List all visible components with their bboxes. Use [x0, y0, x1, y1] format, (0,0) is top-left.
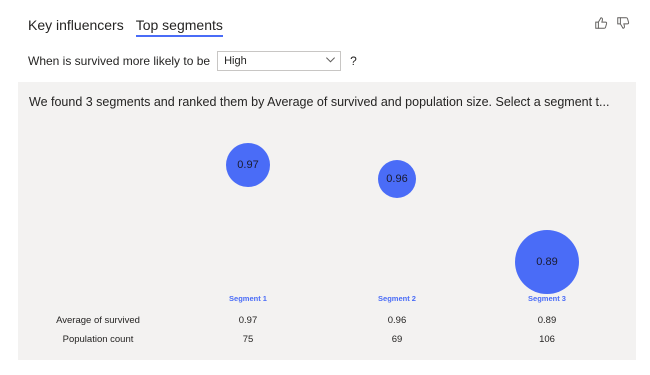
- segment-1-bubble-value: 0.97: [237, 159, 259, 171]
- tab-top-segments[interactable]: Top segments: [135, 17, 223, 37]
- segments-summary: We found 3 segments and ranked them by A…: [29, 95, 610, 109]
- segment-3-bubble[interactable]: 0.89: [515, 230, 579, 294]
- cell-seg2-population: 69: [391, 334, 403, 345]
- row-label-average: Average of survived: [56, 315, 140, 326]
- thumbs-down-icon[interactable]: [616, 16, 630, 30]
- row-label-population: Population count: [62, 334, 134, 345]
- segment-3-bubble-value: 0.89: [536, 256, 558, 268]
- feedback-buttons: [594, 16, 630, 30]
- segment-1-label[interactable]: Segment 1: [229, 294, 267, 303]
- segment-3-label[interactable]: Segment 3: [528, 294, 566, 303]
- cell-seg3-average: 0.89: [537, 315, 557, 326]
- segment-1-bubble[interactable]: 0.97: [226, 143, 270, 187]
- outcome-dropdown[interactable]: High: [217, 51, 342, 71]
- cell-seg1-population: 75: [242, 334, 254, 345]
- help-question-mark[interactable]: ?: [350, 54, 357, 68]
- cell-seg3-population: 106: [539, 334, 555, 345]
- cell-seg1-average: 0.97: [238, 315, 258, 326]
- segment-2-label[interactable]: Segment 2: [378, 294, 416, 303]
- tab-key-influencers[interactable]: Key influencers: [28, 17, 124, 37]
- segments-panel: We found 3 segments and ranked them by A…: [18, 82, 636, 360]
- segment-2-bubble[interactable]: 0.96: [378, 160, 416, 198]
- dropdown-value: High: [224, 55, 247, 67]
- tab-bar: Key influencers Top segments: [28, 17, 223, 37]
- cell-seg2-average: 0.96: [387, 315, 407, 326]
- question-label: When is survived more likely to be: [28, 54, 211, 68]
- thumbs-up-icon[interactable]: [594, 16, 608, 30]
- chevron-down-icon: [325, 54, 336, 68]
- segment-2-bubble-value: 0.96: [386, 173, 408, 185]
- segment-question: When is survived more likely to be High …: [28, 50, 357, 72]
